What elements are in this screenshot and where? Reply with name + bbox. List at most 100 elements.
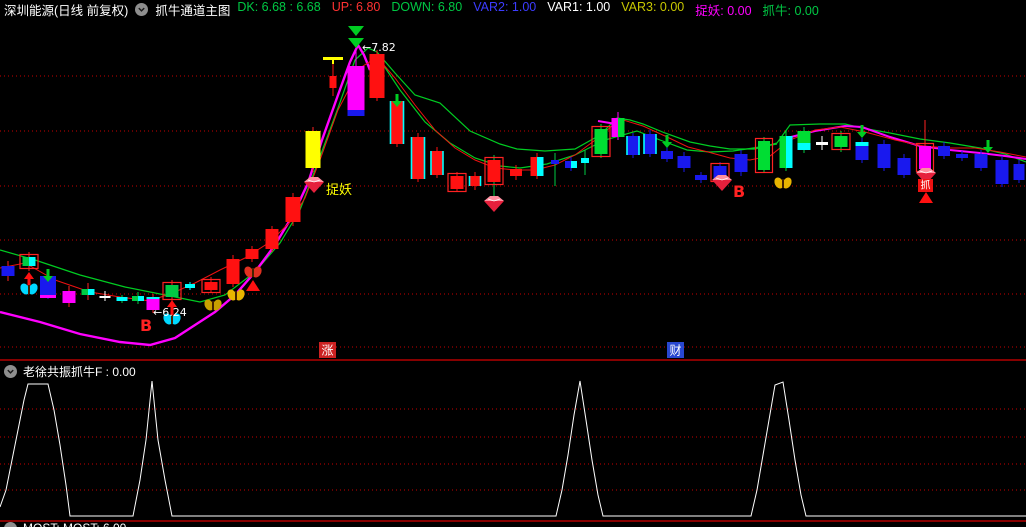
- header-stat: DK: 6.68 : 6.68: [237, 0, 320, 19]
- dash-icon: [332, 60, 334, 64]
- candle-body: [581, 158, 589, 163]
- gem-icon: [484, 196, 504, 201]
- candle-body: [2, 266, 15, 276]
- candle-body: [644, 134, 657, 154]
- butterfly-icon: [782, 179, 784, 188]
- candle-body: [266, 229, 279, 249]
- header-stat: 抓牛: 0.00: [763, 0, 819, 19]
- candle-body: [919, 146, 931, 169]
- trading-app-window: ←7.82←6.24捉妖BB抓涨财 深圳能源(日线 前复权) 抓牛通道主图 DK…: [0, 0, 1026, 527]
- candle-body: [758, 141, 770, 170]
- gem-icon: [304, 177, 324, 182]
- candle-body: [898, 158, 911, 175]
- candle-body: [451, 176, 464, 189]
- candle-body: [835, 136, 848, 147]
- candle-body: [551, 160, 559, 164]
- candle-body: [678, 156, 691, 168]
- candle-half: [786, 136, 793, 168]
- candle-body: [431, 151, 444, 175]
- candle-body: [147, 297, 160, 299]
- candle-body: [306, 131, 321, 168]
- dash-icon: [323, 57, 343, 60]
- red-ma: [0, 57, 1026, 301]
- sub-panel-label-row: 老徐共振抓牛F : 0.00: [4, 363, 136, 380]
- butterfly-icon: [28, 285, 30, 294]
- header-stat: UP: 6.80: [332, 0, 381, 19]
- candle-body: [100, 296, 111, 298]
- double-triangle-down-icon: [348, 26, 364, 36]
- candle-half: [138, 296, 144, 301]
- candle-body: [856, 146, 869, 160]
- candle-body: [735, 154, 748, 172]
- candle-body: [40, 295, 56, 298]
- candle-body: [975, 154, 988, 168]
- indicator-values: DK: 6.68 : 6.68 UP: 6.80 DOWN: 6.80 VAR2: 1…: [237, 0, 830, 19]
- arrow-down-icon: [662, 142, 672, 148]
- candle-body: [246, 249, 259, 259]
- arrow-down-icon: [857, 132, 867, 138]
- candle-body: [370, 54, 385, 98]
- candle-body: [185, 284, 195, 288]
- badge-text: 财: [669, 344, 681, 358]
- arrow-down-icon: [987, 140, 990, 147]
- candle-body: [816, 142, 828, 145]
- butterfly-icon: [212, 301, 214, 310]
- header-stat: VAR1: 1.00: [547, 0, 610, 19]
- chart-annotation: B: [733, 182, 745, 201]
- candle-body: [595, 129, 608, 154]
- chevron-glyph: [6, 367, 15, 376]
- bottom-panel-label-row: MOST: MOST: 6.00: [4, 521, 126, 527]
- candle-half: [571, 161, 577, 168]
- indicator-title: 抓牛通道主图: [155, 0, 230, 19]
- arrow-down-icon: [666, 135, 669, 142]
- header-stat: VAR3: 0.00: [621, 0, 684, 19]
- subpanel-chevron-down-icon[interactable]: [4, 365, 17, 378]
- header-stat: DOWN: 6.80: [391, 0, 462, 19]
- candle-body: [695, 175, 707, 180]
- butterfly-icon: [235, 291, 237, 300]
- candle-body: [117, 297, 128, 301]
- sub-indicator-label: 老徐共振抓牛F : 0.00: [23, 363, 136, 380]
- sub-indicator-line: [0, 381, 1026, 516]
- badge-text: 涨: [321, 343, 333, 358]
- candle-body: [286, 197, 301, 222]
- candle-body: [798, 131, 811, 143]
- stock-chart-canvas[interactable]: ←7.82←6.24捉妖BB抓涨财: [0, 0, 1026, 527]
- bottom-indicator-label: MOST: MOST: 6.00: [23, 521, 126, 527]
- bottom-chevron-icon[interactable]: [4, 522, 17, 527]
- candle-body: [938, 146, 950, 156]
- candle-half: [29, 257, 36, 266]
- chart-annotation: ←6.24: [153, 306, 187, 319]
- candle-body: [63, 291, 76, 303]
- arrow-down-icon: [47, 269, 50, 276]
- triangle-up-icon: [919, 192, 933, 203]
- header-bar: 深圳能源(日线 前复权) 抓牛通道主图 DK: 6.68 : 6.68 UP: 6…: [0, 0, 1026, 18]
- candle-body: [390, 101, 404, 144]
- candle-body: [330, 76, 337, 88]
- candle-body: [1014, 164, 1025, 180]
- candle-half: [537, 157, 544, 176]
- chevron-down-icon[interactable]: [135, 3, 148, 16]
- header-stat: VAR2: 1.00: [473, 0, 536, 19]
- candle-body: [798, 143, 811, 150]
- candle-half: [618, 118, 625, 137]
- lower-channel-magenta: [0, 45, 370, 345]
- arrow-down-icon: [861, 125, 864, 132]
- badge-text: 抓: [921, 179, 931, 192]
- candle-body: [348, 110, 365, 116]
- butterfly-icon: [252, 268, 254, 277]
- arrow-up-icon: [24, 272, 34, 279]
- chevron-glyph: [137, 5, 146, 14]
- header-stat: 捉妖: 0.00: [695, 0, 751, 19]
- stock-title: 深圳能源(日线 前复权): [4, 0, 128, 19]
- candle-body: [510, 169, 522, 176]
- gem-icon: [484, 201, 504, 212]
- candle-body: [878, 144, 891, 168]
- candle-body: [856, 142, 869, 146]
- candle-body: [411, 137, 425, 179]
- chart-annotation: B: [140, 316, 152, 335]
- candle-body: [227, 259, 240, 284]
- candle-body: [166, 285, 179, 297]
- candle-body: [956, 154, 968, 158]
- candle-body: [205, 282, 218, 290]
